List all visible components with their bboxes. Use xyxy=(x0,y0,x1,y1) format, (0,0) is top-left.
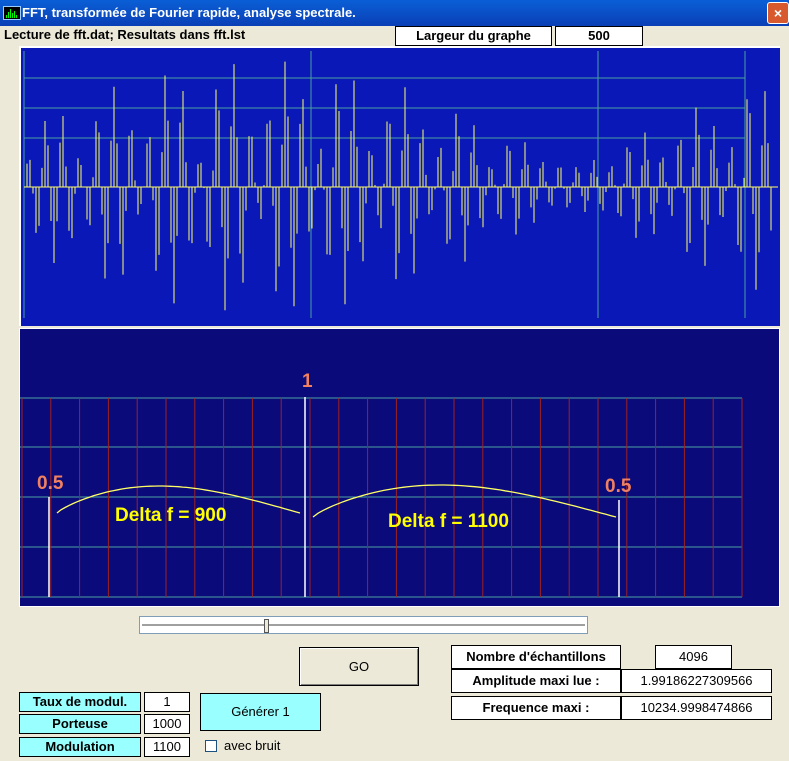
file-info-label: Lecture de fft.dat; Resultats dans fft.l… xyxy=(4,27,246,42)
param-label-carrier: Porteuse xyxy=(19,714,141,734)
graph-width-field[interactable]: 500 xyxy=(555,26,643,46)
signal-samples xyxy=(24,61,778,311)
noise-checkbox[interactable] xyxy=(205,740,217,752)
left-level-label: 0.5 xyxy=(37,473,64,494)
param-field-modulation-rate[interactable]: 1 xyxy=(144,692,190,712)
noise-checkbox-label: avec bruit xyxy=(224,738,281,753)
param-label-modulation: Modulation xyxy=(19,737,141,757)
spectrum-plot: 1 0.5 0.5 Delta f = 900 Delta f = 1100 xyxy=(19,328,780,607)
sample-count-label: Nombre d'échantillons xyxy=(451,645,621,669)
spectrum-grid xyxy=(20,397,743,598)
param-label-modulation-rate: Taux de modul. xyxy=(19,692,141,712)
graph-width-label: Largeur du graphe xyxy=(395,26,552,46)
slider-track xyxy=(142,624,585,626)
sample-count-field[interactable]: 4096 xyxy=(655,645,732,669)
window-title: FFT, transformée de Fourier rapide, anal… xyxy=(22,5,356,20)
signal-plot xyxy=(19,46,780,326)
param-field-carrier[interactable]: 1000 xyxy=(144,714,190,734)
spectrum-icon xyxy=(3,6,21,20)
go-button[interactable]: GO xyxy=(299,647,419,686)
left-delta-label: Delta f = 900 xyxy=(115,505,226,526)
max-frequency-label: Frequence maxi : xyxy=(451,696,621,720)
spectrum-graph: 1 0.5 0.5 Delta f = 900 Delta f = 1100 xyxy=(20,371,743,598)
max-frequency-field[interactable]: 10234.9998474866 xyxy=(621,696,772,720)
close-icon: × xyxy=(773,5,783,21)
signal-waveform xyxy=(23,51,778,318)
slider-thumb[interactable] xyxy=(264,619,269,633)
close-button[interactable]: × xyxy=(767,2,789,24)
max-amplitude-label: Amplitude maxi lue : xyxy=(451,669,621,693)
right-level-label: 0.5 xyxy=(605,476,632,497)
peak-label: 1 xyxy=(302,371,313,392)
generate-button[interactable]: Générer 1 xyxy=(200,693,321,731)
title-bar: FFT, transformée de Fourier rapide, anal… xyxy=(0,0,789,26)
position-slider[interactable] xyxy=(139,616,588,634)
max-amplitude-field[interactable]: 1.99186227309566 xyxy=(621,669,772,693)
right-delta-label: Delta f = 1100 xyxy=(388,511,509,532)
param-field-modulation[interactable]: 1100 xyxy=(144,737,190,757)
